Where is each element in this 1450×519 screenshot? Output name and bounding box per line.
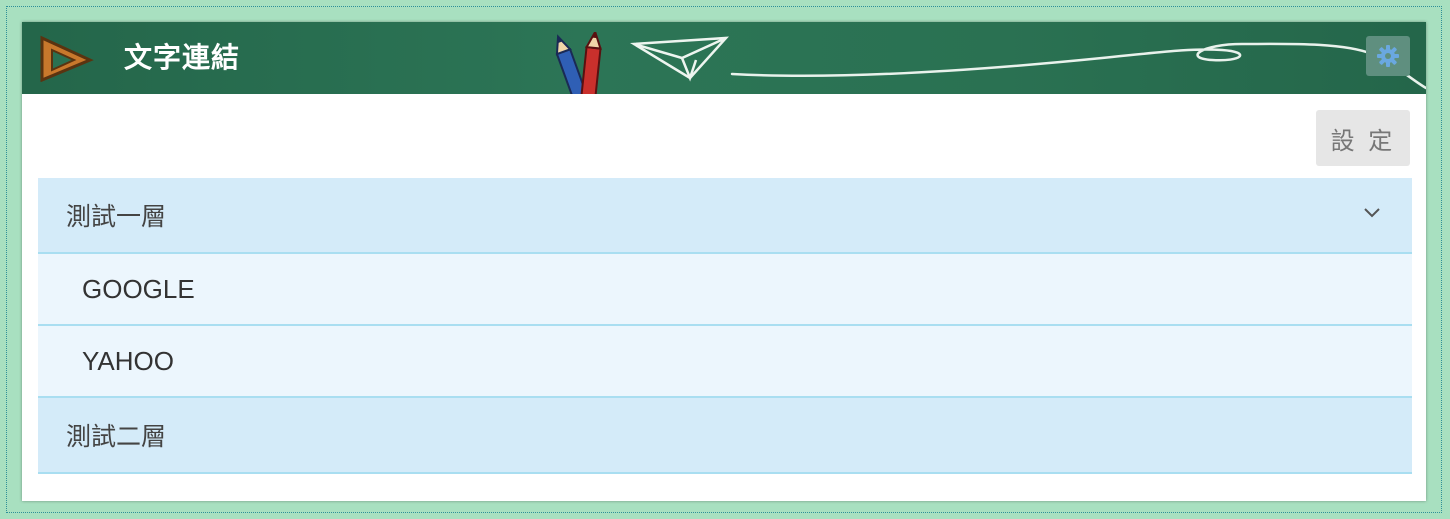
accordion-group-2[interactable]: 測試二層 [38,398,1412,474]
text-links-panel: 文字連結 設 定 測試一層 GOOGLE YAHOO 測試二層 [22,22,1426,501]
settings-button[interactable]: 設 定 [1316,110,1410,166]
gear-button[interactable] [1366,36,1410,76]
panel-title: 文字連結 [124,42,241,73]
paper-plane-icon [630,36,729,82]
link-item-yahoo[interactable]: YAHOO [38,326,1412,398]
pencils-icon [555,32,602,94]
link-label: YAHOO [82,345,174,376]
link-item-google[interactable]: GOOGLE [38,254,1412,326]
gear-icon [1377,45,1399,67]
panel-header: 文字連結 [22,22,1426,94]
link-label: GOOGLE [82,273,195,304]
group-label: 測試一層 [66,202,167,231]
link-accordion: 測試一層 GOOGLE YAHOO 測試二層 [38,178,1412,474]
chalk-swirl-decoration [730,42,1426,90]
group-label: 測試二層 [66,422,167,451]
chevron-down-icon [1364,208,1380,218]
triangle-ruler-icon [40,35,94,82]
accordion-group-1[interactable]: 測試一層 [38,178,1412,254]
